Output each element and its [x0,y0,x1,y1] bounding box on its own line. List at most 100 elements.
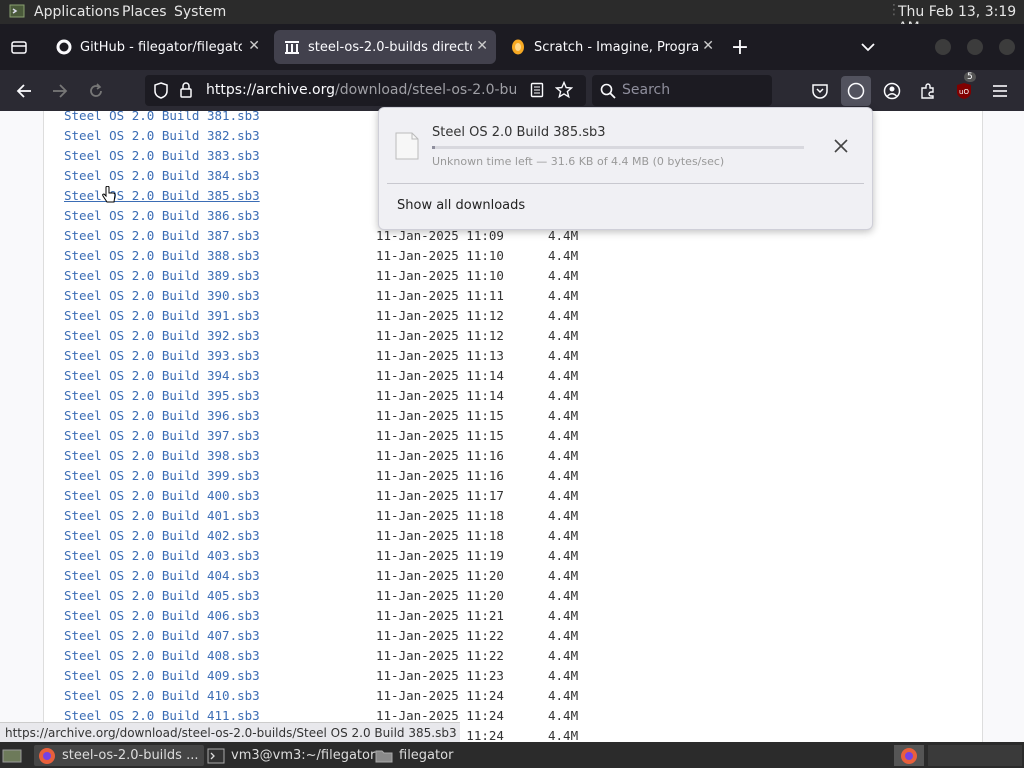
search-placeholder: Search [622,82,671,98]
file-link[interactable]: Steel OS 2.0 Build 408.sb3 [64,648,260,663]
file-link[interactable]: Steel OS 2.0 Build 402.sb3 [64,528,260,543]
file-date: 11-Jan-2025 11:24 [376,688,504,703]
search-field[interactable]: Search [592,75,772,106]
file-link[interactable]: Steel OS 2.0 Build 388.sb3 [64,248,260,263]
taskbar-item-label: steel-os-2.0-builds ... [62,748,199,763]
tab-overview-icon[interactable] [6,34,32,60]
file-link[interactable]: Steel OS 2.0 Build 381.sb3 [64,111,260,123]
file-link[interactable]: Steel OS 2.0 Build 391.sb3 [64,308,260,323]
system-top-panel: Applications Places System ⋮ Thu Feb 13,… [0,0,1024,36]
file-link[interactable]: Steel OS 2.0 Build 387.sb3 [64,228,260,243]
tab-scratch[interactable]: Scratch - Imagine, Program ✕ [500,30,722,64]
forward-arrow-icon[interactable] [47,78,73,104]
system-menu[interactable]: System [174,4,226,20]
url-text[interactable]: https://archive.org/download/steel-os-2.… [206,82,516,98]
show-desktop-icon[interactable] [2,745,22,766]
applications-menu[interactable]: Applications [34,4,120,20]
taskbar-item-label: filegator [399,748,454,763]
hamburger-menu-icon[interactable] [987,78,1013,104]
taskbar-item-terminal[interactable]: vm3@vm3:~/filegator [207,745,375,766]
file-link[interactable]: Steel OS 2.0 Build 400.sb3 [64,488,260,503]
tab-title: GitHub - filegator/filegator: [80,39,242,55]
file-size: 4.4M [548,348,579,363]
file-size: 4.4M [548,548,579,563]
file-size: 4.4M [548,228,579,243]
url-bar[interactable]: https://archive.org/download/steel-os-2.… [145,75,586,106]
file-date: 11-Jan-2025 11:22 [376,628,504,643]
downloads-icon[interactable] [841,76,871,106]
file-link[interactable]: Steel OS 2.0 Build 393.sb3 [64,348,260,363]
tab-github[interactable]: GitHub - filegator/filegator: ✕ [46,30,268,64]
account-icon[interactable] [879,78,905,104]
places-menu[interactable]: Places [122,4,167,20]
taskbar: steel-os-2.0-builds ... vm3@vm3:~/filega… [0,742,1024,768]
file-link[interactable]: Steel OS 2.0 Build 410.sb3 [64,688,260,703]
file-link[interactable]: Steel OS 2.0 Build 392.sb3 [64,328,260,343]
download-file-name[interactable]: Steel OS 2.0 Build 385.sb3 [432,125,606,140]
window-minimize-button[interactable] [935,39,951,55]
file-link[interactable]: Steel OS 2.0 Build 411.sb3 [64,708,260,723]
status-url-overlay: https://archive.org/download/steel-os-2.… [0,722,460,742]
back-arrow-icon[interactable] [11,78,37,104]
ublock-origin-icon[interactable]: uO 5 [951,72,977,104]
file-size: 4.4M [548,288,579,303]
file-link[interactable]: Steel OS 2.0 Build 403.sb3 [64,548,260,563]
window-maximize-button[interactable] [967,39,983,55]
file-size: 4.4M [548,428,579,443]
taskbar-item-label: vm3@vm3:~/filegator [231,748,376,763]
file-link[interactable]: Steel OS 2.0 Build 404.sb3 [64,568,260,583]
new-tab-plus-icon[interactable]: + [727,34,753,60]
file-link[interactable]: Steel OS 2.0 Build 398.sb3 [64,448,260,463]
cancel-download-close-icon[interactable] [834,138,848,157]
taskbar-item-filegator-folder[interactable]: filegator [375,745,453,766]
file-size: 4.4M [548,368,579,383]
scratch-icon [512,39,524,55]
file-link[interactable]: Steel OS 2.0 Build 382.sb3 [64,128,260,143]
workspace-empty[interactable] [928,745,1022,766]
file-link[interactable]: Steel OS 2.0 Build 389.sb3 [64,268,260,283]
file-size: 4.4M [548,528,579,543]
tab-archive[interactable]: steel-os-2.0-builds director ✕ [274,30,496,64]
file-link[interactable]: Steel OS 2.0 Build 407.sb3 [64,628,260,643]
file-link[interactable]: Steel OS 2.0 Build 406.sb3 [64,608,260,623]
file-link[interactable]: Steel OS 2.0 Build 401.sb3 [64,508,260,523]
file-link[interactable]: Steel OS 2.0 Build 405.sb3 [64,588,260,603]
file-date: 11-Jan-2025 11:20 [376,568,504,583]
downloads-panel: Steel OS 2.0 Build 385.sb3 Unknown time … [378,107,873,230]
taskbar-item-firefox[interactable]: steel-os-2.0-builds ... [34,745,204,766]
file-link[interactable]: Steel OS 2.0 Build 384.sb3 [64,168,260,183]
tab-bar: GitHub - filegator/filegator: ✕ steel-os… [0,24,1024,70]
file-link[interactable]: Steel OS 2.0 Build 409.sb3 [64,668,260,683]
lock-icon[interactable] [179,82,193,103]
pocket-icon[interactable] [807,78,833,104]
file-link[interactable]: Steel OS 2.0 Build 383.sb3 [64,148,260,163]
file-date: 11-Jan-2025 11:12 [376,328,504,343]
file-link[interactable]: Steel OS 2.0 Build 397.sb3 [64,428,260,443]
tracking-protection-shield-icon[interactable] [153,82,169,103]
file-link[interactable]: Steel OS 2.0 Build 385.sb3 [64,188,260,203]
file-link[interactable]: Steel OS 2.0 Build 390.sb3 [64,288,260,303]
github-icon [56,39,72,55]
show-all-downloads-button[interactable]: Show all downloads [397,198,525,213]
close-tab-icon[interactable]: ✕ [476,38,488,54]
file-link[interactable]: Steel OS 2.0 Build 386.sb3 [64,208,260,223]
file-date: 11-Jan-2025 11:19 [376,548,504,563]
archive-icon [285,41,299,54]
file-link[interactable]: Steel OS 2.0 Build 394.sb3 [64,368,260,383]
close-tab-icon[interactable]: ✕ [702,38,714,54]
window-close-button[interactable] [999,39,1015,55]
close-tab-icon[interactable]: ✕ [248,38,260,54]
terminal-icon [207,748,225,763]
extensions-puzzle-icon[interactable] [915,78,941,104]
file-link[interactable]: Steel OS 2.0 Build 396.sb3 [64,408,260,423]
file-date: 11-Jan-2025 11:09 [376,228,504,243]
tab-title: steel-os-2.0-builds director [308,39,472,55]
list-all-tabs-chevron-down-icon[interactable] [855,34,881,60]
terminal-launcher-icon[interactable] [9,3,25,23]
reload-icon[interactable] [83,78,109,104]
file-link[interactable]: Steel OS 2.0 Build 395.sb3 [64,388,260,403]
reader-view-icon[interactable] [530,82,544,102]
workspace-switcher[interactable] [894,745,924,766]
file-link[interactable]: Steel OS 2.0 Build 399.sb3 [64,468,260,483]
bookmark-star-icon[interactable] [554,80,574,103]
